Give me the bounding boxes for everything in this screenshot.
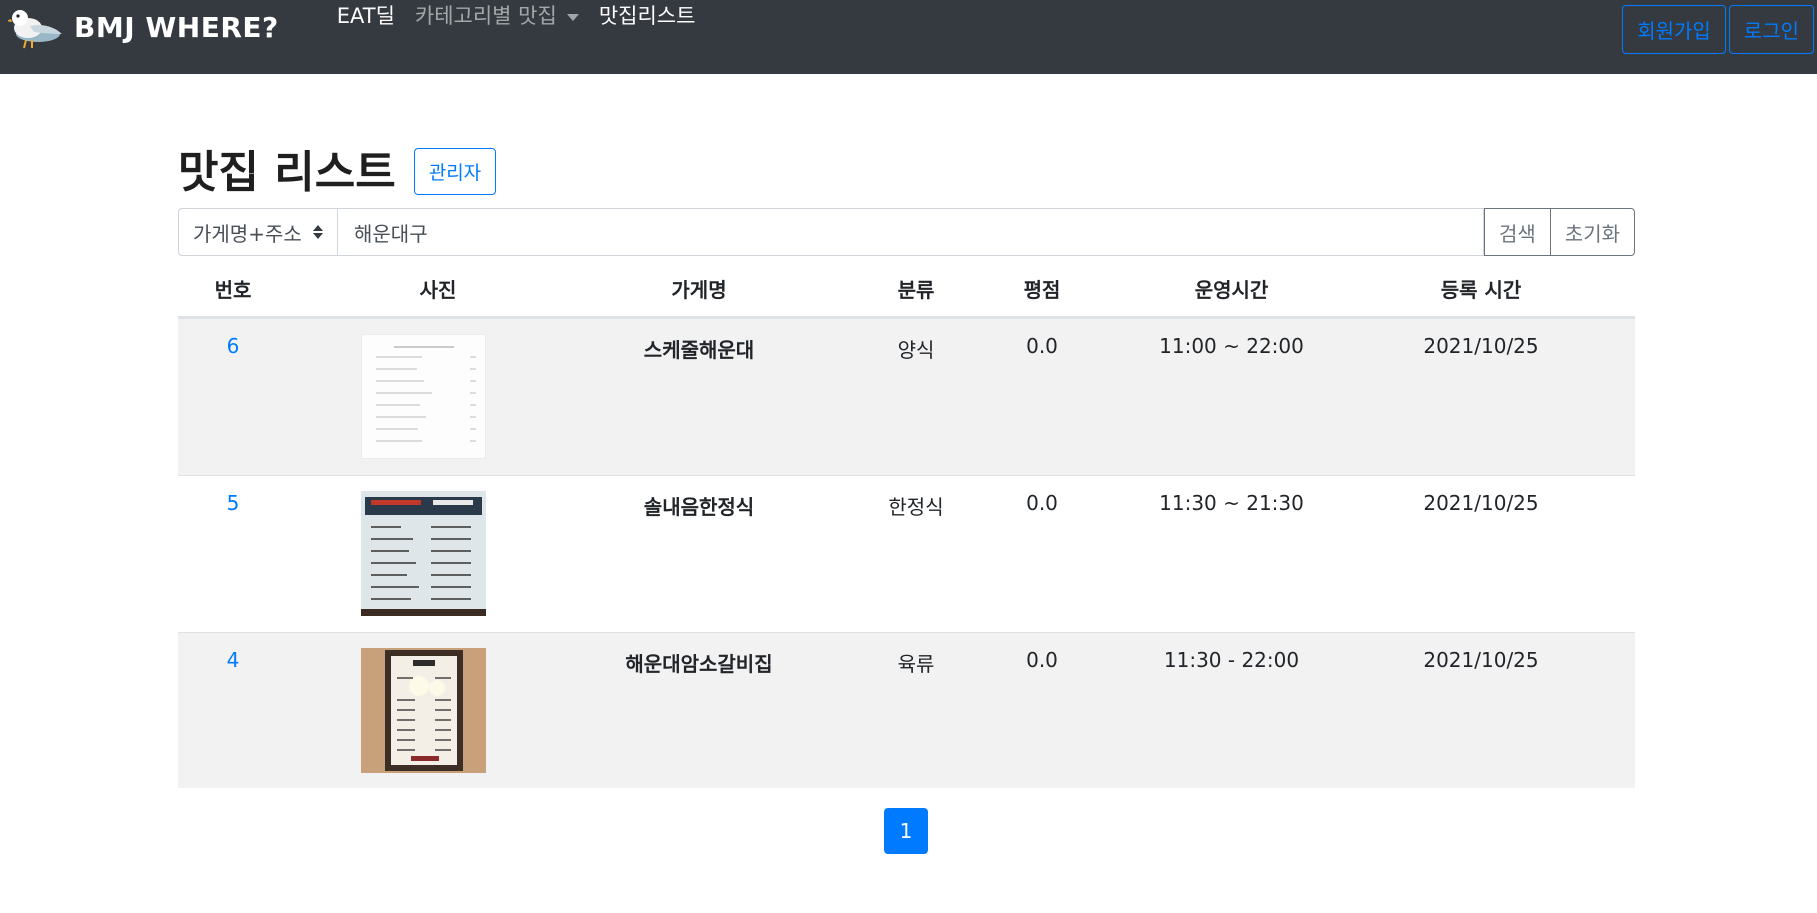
page-title: 맛집 리스트 (178, 147, 396, 198)
brand-title: BMJ WHERE? (74, 10, 279, 44)
restaurant-registered-date: 2021/10/25 (1423, 491, 1539, 515)
login-button[interactable]: 로그인 (1728, 5, 1814, 54)
page-button-current[interactable]: 1 (884, 808, 928, 854)
restaurant-hours: 11:00 ~ 22:00 (1159, 334, 1304, 358)
menu-photo-image (361, 491, 486, 616)
restaurant-hours: 11:30 - 22:00 (1163, 648, 1300, 672)
table-row[interactable]: 6 스케줄해운대 양식 0.0 11:00 ~ 22:00 2021/10/25 (178, 318, 1635, 475)
select-arrows-icon (313, 225, 323, 239)
restaurant-category: 육류 (897, 652, 935, 676)
restaurant-name[interactable]: 스케줄해운대 (588, 319, 810, 475)
search-input[interactable]: 해운대구 (337, 208, 1484, 256)
restaurant-registered-date: 2021/10/25 (1423, 334, 1539, 358)
restaurant-name[interactable]: 해운대암소갈비집 (588, 633, 810, 788)
search-type-value: 가게명+주소 (193, 221, 302, 246)
search-form: 가게명+주소 해운대구 검색 초기화 (178, 208, 1635, 256)
pagination: 1 (884, 808, 928, 854)
search-type-select[interactable]: 가게명+주소 (178, 208, 337, 256)
column-header-rating: 평점 (1023, 277, 1061, 302)
column-header-category: 분류 (897, 277, 935, 302)
restaurant-hours: 11:30 ~ 21:30 (1159, 491, 1304, 515)
reset-button[interactable]: 초기화 (1549, 208, 1635, 256)
nav-auth-buttons: 회원가입 로그인 (1622, 5, 1814, 54)
search-button[interactable]: 검색 (1483, 208, 1550, 256)
table-row[interactable]: 4 해운대암소갈비집 육류 0.0 11:30 - 22:00 2021/10/… (178, 632, 1635, 788)
column-header-photo: 사진 (419, 277, 457, 302)
nav-links: EAT딜 카테고리별 맛집 맛집리스트 (337, 0, 716, 52)
restaurant-category: 한정식 (888, 495, 944, 519)
navbar: BMJ WHERE? EAT딜 카테고리별 맛집 맛집리스트 회원가입 로그인 (0, 0, 1817, 74)
column-header-registered: 등록 시간 (1440, 277, 1522, 302)
nav-link-eat-deal[interactable]: EAT딜 (337, 0, 395, 30)
nav-link-category-dropdown[interactable]: 카테고리별 맛집 (415, 0, 579, 30)
menu-photo-image (376, 346, 476, 442)
restaurant-rating: 0.0 (1026, 648, 1058, 672)
seagull-logo-icon (8, 10, 62, 49)
restaurant-photo[interactable] (361, 334, 486, 459)
restaurant-rating: 0.0 (1026, 491, 1058, 515)
column-header-number: 번호 (214, 277, 252, 302)
chevron-down-icon (566, 13, 579, 21)
restaurant-name[interactable]: 솔내음한정식 (588, 476, 810, 632)
table-header: 번호 사진 가게명 분류 평점 운영시간 등록 시간 (178, 260, 1635, 318)
restaurant-table: 번호 사진 가게명 분류 평점 운영시간 등록 시간 6 스케줄해운대 양식 0… (178, 260, 1635, 788)
restaurant-photo[interactable] (361, 648, 486, 773)
restaurant-photo[interactable] (361, 491, 486, 616)
admin-button[interactable]: 관리자 (413, 147, 497, 195)
restaurant-registered-date: 2021/10/25 (1423, 648, 1539, 672)
restaurant-category: 양식 (897, 338, 935, 362)
table-row[interactable]: 5 솔내음한정식 한정식 0.0 11:30 ~ 21:30 2021/10/2… (178, 475, 1635, 632)
column-header-name: 가게명 (671, 277, 727, 302)
heading-row: 맛집 리스트 관리자 (178, 136, 497, 200)
nav-link-category-label: 카테고리별 맛집 (414, 4, 557, 28)
brand[interactable]: BMJ WHERE? (8, 0, 279, 74)
nav-link-restaurant-list[interactable]: 맛집리스트 (599, 0, 696, 30)
menu-photo-image (361, 648, 486, 773)
signup-button[interactable]: 회원가입 (1622, 5, 1726, 54)
restaurant-rating: 0.0 (1026, 334, 1058, 358)
column-header-hours: 운영시간 (1194, 277, 1269, 302)
